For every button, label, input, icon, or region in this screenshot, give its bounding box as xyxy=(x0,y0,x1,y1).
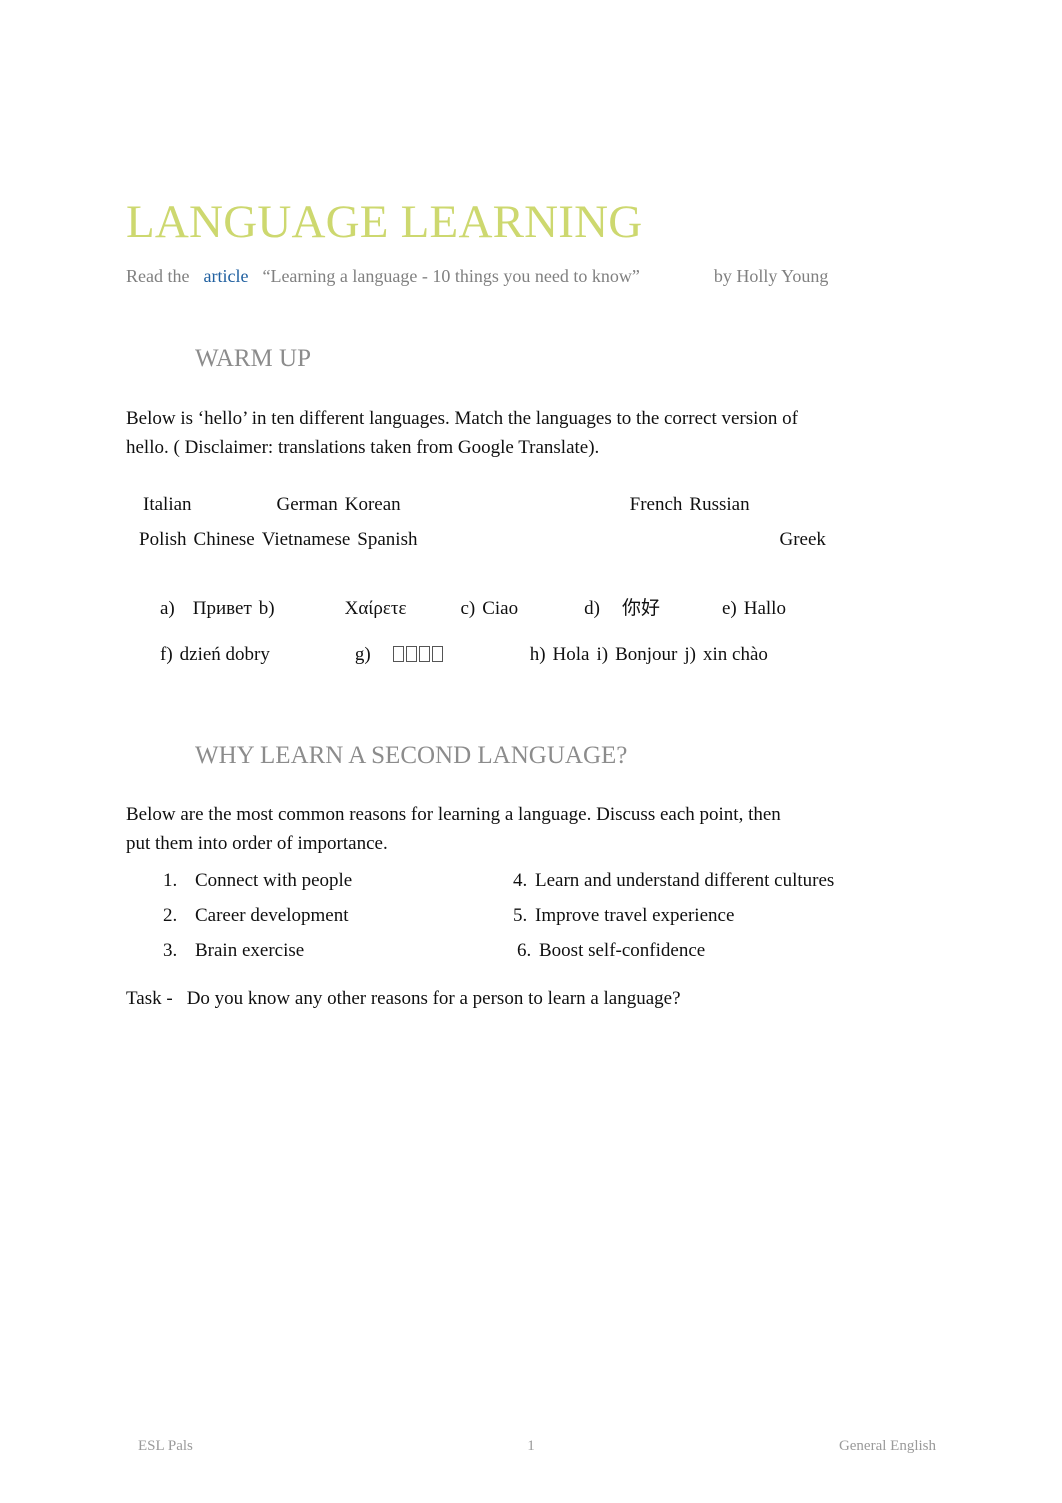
list-item-number: 1. xyxy=(163,870,178,891)
option-value: Ciao xyxy=(482,598,519,619)
subtitle: Read the article “Learning a language - 10… xyxy=(126,266,828,288)
language-row: Italian German Korean French Russian xyxy=(143,491,750,519)
warm-up-instructions: Below is ‘hello’ in ten different langua… xyxy=(126,404,838,462)
language-name: German xyxy=(276,494,338,515)
option-value: Привет xyxy=(192,598,252,619)
list-item: 5. Improve travel experience xyxy=(513,898,834,933)
option-label: g) xyxy=(354,644,371,665)
why-learn-instruction-line-2: put them into order of importance. xyxy=(126,833,388,854)
option-label: f) xyxy=(160,644,173,665)
warm-up-instruction-line-1: Below is ‘hello’ in ten different langua… xyxy=(126,408,798,429)
option-value: dzień dobry xyxy=(179,644,270,665)
language-name: Chinese xyxy=(193,529,255,550)
subtitle-lead: Read the xyxy=(126,266,190,286)
section-heading-warm-up: WARM UP xyxy=(195,345,311,372)
missing-glyph-icon xyxy=(392,646,404,662)
footer-page-number: 1 xyxy=(527,1438,535,1454)
hello-options-row: f) dzień dobry g) h) Hola i) Bonjour j) xin chào xyxy=(160,641,768,669)
list-item: 3. Brain exercise xyxy=(163,933,352,968)
why-learn-instruction-line-1: Below are the most common reasons for le… xyxy=(126,804,781,825)
language-name: Italian xyxy=(143,494,192,515)
footer-left-text: ESL Pals xyxy=(138,1438,193,1454)
subtitle-quote: “Learning a language - 10 things you nee… xyxy=(262,266,640,286)
language-name: Russian xyxy=(689,494,750,515)
list-item-label: Career development xyxy=(195,905,349,926)
list-item-number: 5. xyxy=(513,905,528,926)
option-label: e) xyxy=(721,598,737,619)
reasons-list-right: 4. Learn and understand different culture… xyxy=(513,863,834,968)
document-page: LANGUAGE LEARNING Read the article “Learni… xyxy=(0,0,1062,1503)
language-name: Korean xyxy=(344,494,401,515)
option-label: j) xyxy=(684,644,696,665)
missing-glyph-icon xyxy=(418,646,430,662)
why-learn-instructions: Below are the most common reasons for le… xyxy=(126,800,834,858)
option-value: Bonjour xyxy=(615,644,678,665)
list-item: 2. Career development xyxy=(163,898,352,933)
option-label: i) xyxy=(596,644,609,665)
list-item-label: Boost self-confidence xyxy=(539,940,706,961)
list-item-number: 3. xyxy=(163,940,178,961)
subtitle-byline: by Holly Young xyxy=(713,266,829,286)
section-heading-why-learn-a-second-language: WHY LEARN A SECOND LANGUAGE? xyxy=(195,742,628,769)
hello-options-row: a) Привет b) Χαίρετε c) Ciao d) 你好 e) Hallo xyxy=(160,594,786,623)
missing-glyph-icon xyxy=(431,646,443,662)
language-name: Greek xyxy=(779,529,826,550)
list-item-label: Connect with people xyxy=(195,870,353,891)
missing-glyph-boxes xyxy=(392,641,445,669)
option-value: Hallo xyxy=(743,598,786,619)
task-label: Task - xyxy=(126,988,173,1009)
warm-up-instruction-line-2: hello. ( Disclaimer: translations taken … xyxy=(126,437,600,458)
option-value: 你好 xyxy=(621,597,660,619)
reasons-list-left: 1. Connect with people 2. Career developme… xyxy=(163,863,352,968)
option-label: c) xyxy=(460,598,476,619)
task-text: Do you know any other reasons for a pers… xyxy=(186,988,681,1009)
task-prompt: Task - Do you know any other reasons for … xyxy=(126,985,681,1013)
list-item-number: 4. xyxy=(513,870,528,891)
language-name: Spanish xyxy=(357,529,418,550)
list-item-number: 2. xyxy=(163,905,178,926)
option-label: b) xyxy=(258,598,275,619)
option-label: d) xyxy=(584,598,600,619)
list-item: 6. Boost self-confidence xyxy=(513,933,834,968)
option-value: xin chào xyxy=(702,644,768,665)
list-item-label: Improve travel experience xyxy=(535,905,735,926)
list-item-label: Brain exercise xyxy=(195,940,305,961)
page-title: LANGUAGE LEARNING xyxy=(126,196,643,248)
language-name: French xyxy=(629,494,683,515)
missing-glyph-icon xyxy=(405,646,417,662)
option-value: Hola xyxy=(552,644,590,665)
list-item: 1. Connect with people xyxy=(163,863,352,898)
list-item: 4. Learn and understand different culture… xyxy=(513,863,834,898)
language-row: Polish Chinese Vietnamese Spanish Greek xyxy=(139,526,826,554)
language-name: Vietnamese xyxy=(261,529,351,550)
option-value: Χαίρετε xyxy=(344,598,407,619)
list-item-number: 6. xyxy=(517,940,532,961)
footer-right-text: General English xyxy=(838,1438,936,1454)
language-name: Polish xyxy=(139,529,187,550)
option-label: a) xyxy=(160,598,175,619)
list-item-label: Learn and understand different cultures xyxy=(535,870,835,891)
article-link[interactable]: article xyxy=(203,266,248,286)
option-label: h) xyxy=(529,644,546,665)
